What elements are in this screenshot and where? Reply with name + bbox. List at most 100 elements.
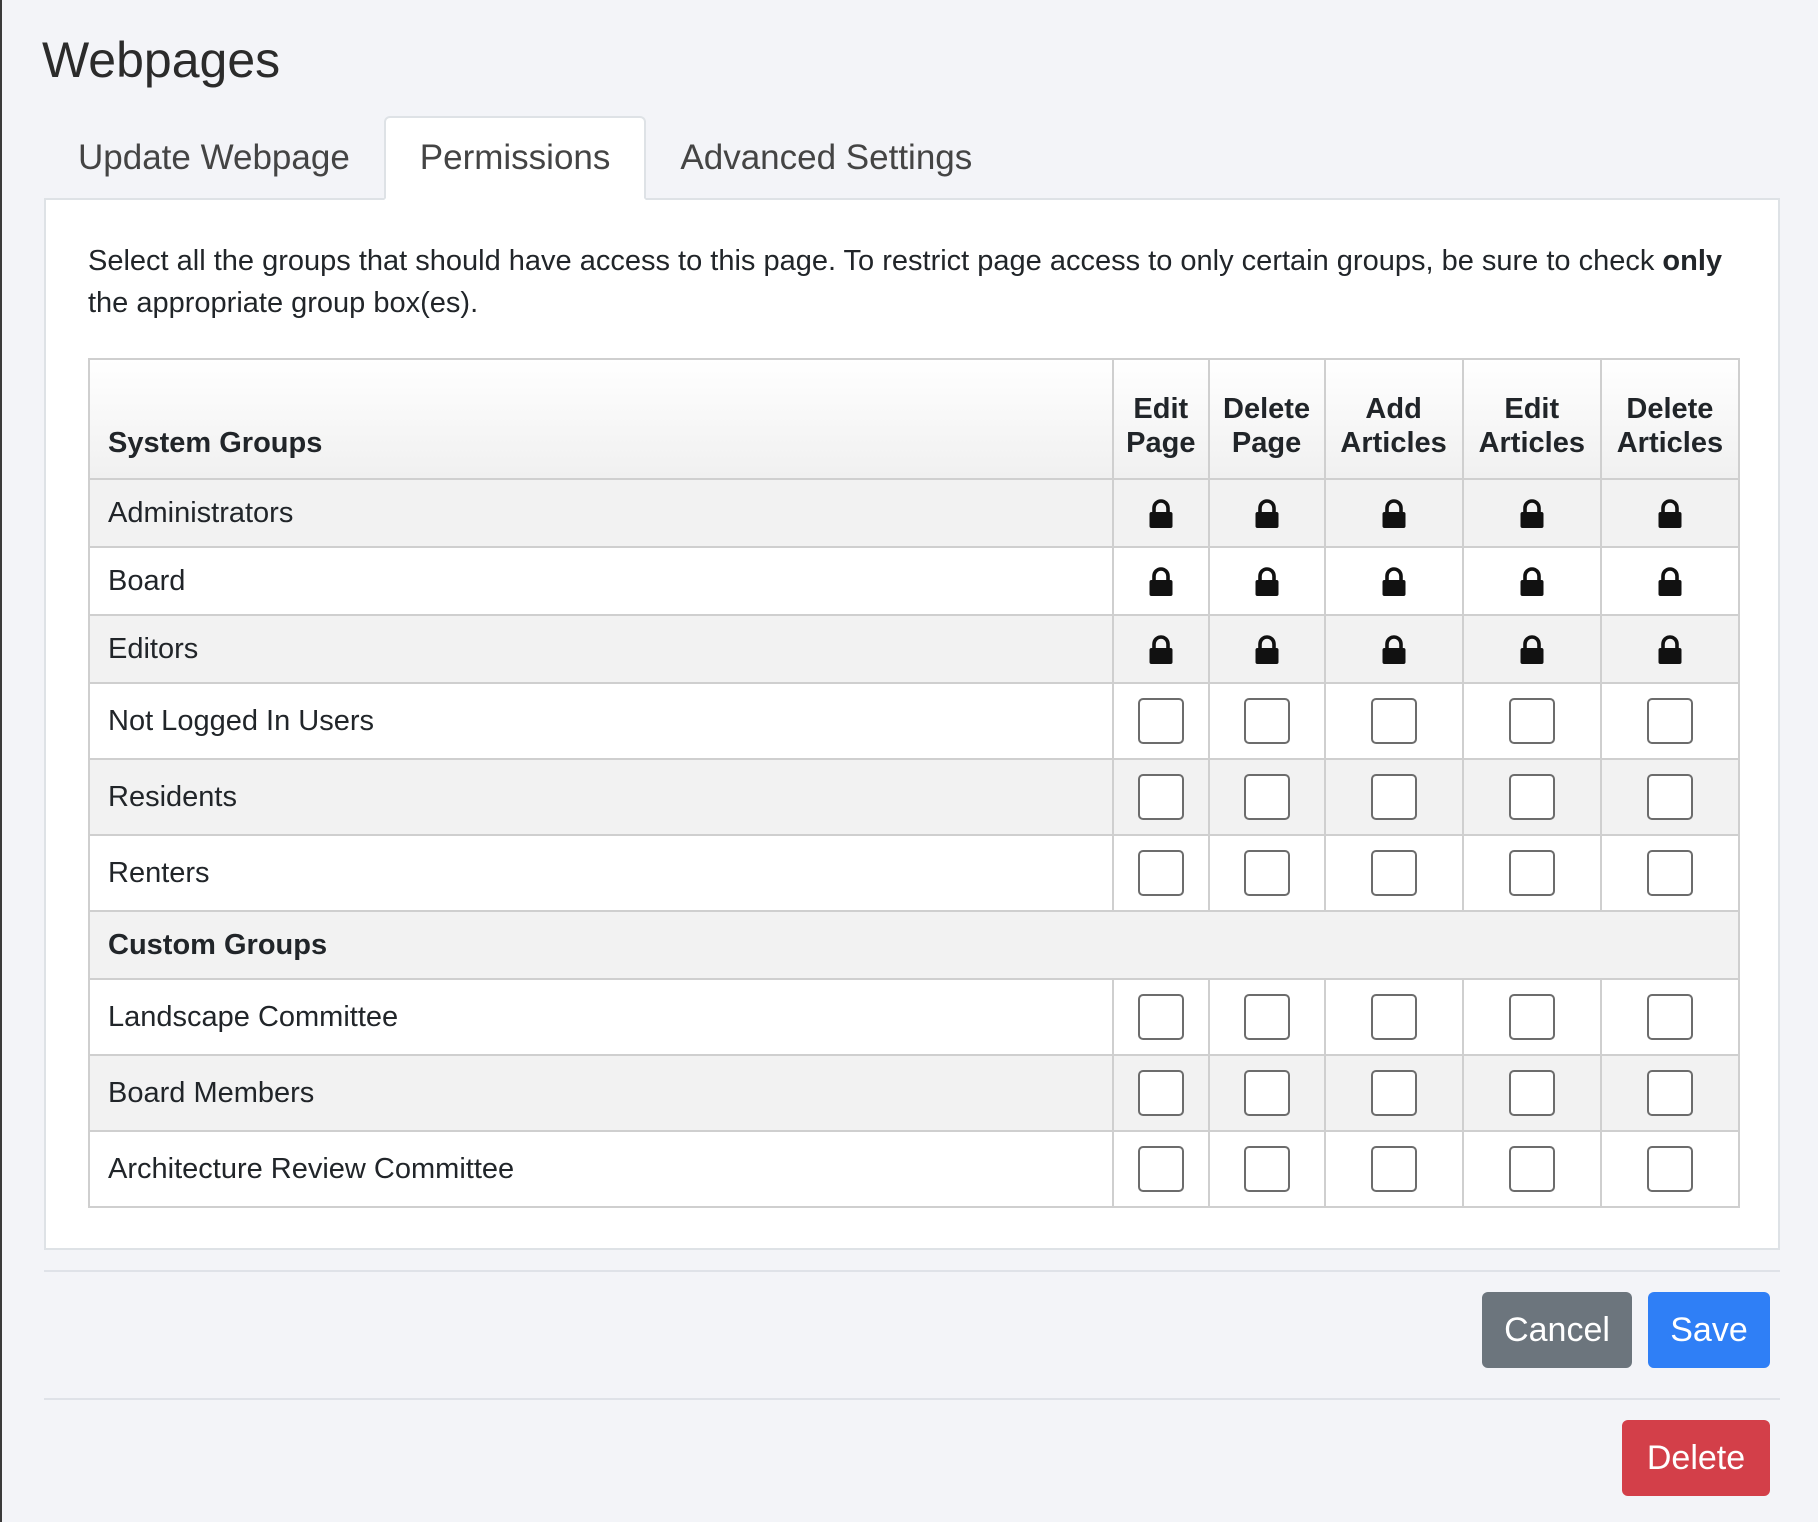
delete-button[interactable]: Delete (1622, 1420, 1770, 1496)
group-name: Renters (88, 834, 1114, 912)
permission-checkbox[interactable] (1137, 774, 1184, 820)
table-row: Landscape Committee (88, 978, 1741, 1056)
permission-cell (1599, 682, 1741, 760)
permission-cell (1112, 614, 1210, 684)
permission-cell (1323, 758, 1464, 836)
column-header-delete-page: Delete Page (1207, 358, 1326, 480)
tab-advanced-settings[interactable]: Advanced Settings (646, 116, 1006, 200)
column-header-line: Page (1126, 427, 1196, 459)
permission-checkbox[interactable] (1137, 994, 1184, 1040)
permission-cell (1599, 546, 1741, 616)
permission-checkbox[interactable] (1370, 850, 1417, 896)
permissions-table-body: Administrators Board Editors Not Logged In … (88, 478, 1741, 1208)
table-row: Architecture Review Committee (88, 1130, 1741, 1208)
permission-checkbox[interactable] (1508, 698, 1555, 744)
table-row: Board Members (88, 1054, 1741, 1132)
permission-checkbox[interactable] (1646, 1070, 1693, 1116)
permission-checkbox[interactable] (1508, 994, 1555, 1040)
tab-permissions[interactable]: Permissions (383, 116, 647, 200)
permission-cell (1599, 478, 1741, 548)
permission-checkbox[interactable] (1646, 850, 1693, 896)
permission-cell (1461, 478, 1602, 548)
permission-cell (1599, 1054, 1741, 1132)
table-row: Board (88, 546, 1741, 616)
permission-cell (1207, 546, 1326, 616)
group-name: Architecture Review Committee (88, 1130, 1114, 1208)
permission-checkbox[interactable] (1243, 850, 1290, 896)
section-header-custom-groups: Custom Groups (88, 910, 1740, 980)
column-header-edit-articles: Edit Articles (1461, 358, 1602, 480)
permission-cell (1461, 758, 1602, 836)
save-button[interactable]: Save (1648, 1292, 1770, 1368)
table-row: Renters (88, 834, 1741, 912)
instructions-text: Select all the groups that should have a… (88, 245, 1663, 277)
table-header-row: System Groups Edit Page Delete Page Add Art… (88, 358, 1741, 480)
table-row: Editors (88, 614, 1741, 684)
permissions-instructions: Select all the groups that should have a… (88, 240, 1748, 324)
permission-checkbox[interactable] (1508, 1070, 1555, 1116)
permission-checkbox[interactable] (1137, 698, 1184, 744)
permission-cell (1323, 478, 1464, 548)
column-header-line: Edit (1133, 393, 1189, 425)
cancel-button[interactable]: Cancel (1482, 1292, 1632, 1368)
permission-cell (1112, 478, 1210, 548)
permission-checkbox[interactable] (1508, 1146, 1555, 1192)
lock-icon (1254, 567, 1280, 597)
permission-checkbox[interactable] (1508, 774, 1555, 820)
permission-checkbox[interactable] (1243, 1070, 1290, 1116)
column-header-edit-page: Edit Page (1112, 358, 1210, 480)
permissions-table: System Groups Edit Page Delete Page Add Art… (88, 358, 1741, 1208)
permission-checkbox[interactable] (1137, 850, 1184, 896)
permission-cell (1599, 978, 1741, 1056)
permission-checkbox[interactable] (1370, 994, 1417, 1040)
permission-cell (1461, 546, 1602, 616)
permission-checkbox[interactable] (1646, 1146, 1693, 1192)
permission-checkbox[interactable] (1370, 698, 1417, 744)
permission-cell (1207, 478, 1326, 548)
permission-cell (1461, 1054, 1602, 1132)
lock-icon (1657, 499, 1683, 529)
permission-cell (1112, 978, 1210, 1056)
permission-checkbox[interactable] (1243, 1146, 1290, 1192)
column-header-system-groups: System Groups (88, 358, 1114, 480)
permission-checkbox[interactable] (1137, 1146, 1184, 1192)
permission-cell (1207, 834, 1326, 912)
permission-cell (1323, 1054, 1464, 1132)
permission-checkbox[interactable] (1370, 1070, 1417, 1116)
permission-checkbox[interactable] (1243, 698, 1290, 744)
permission-cell (1207, 1130, 1326, 1208)
permission-checkbox[interactable] (1370, 774, 1417, 820)
permission-cell (1207, 1054, 1326, 1132)
tab-bar: Update Webpage Permissions Advanced Sett… (44, 116, 1006, 200)
lock-icon (1381, 635, 1407, 665)
permission-checkbox[interactable] (1370, 1146, 1417, 1192)
divider (44, 1398, 1780, 1400)
permission-checkbox[interactable] (1646, 698, 1693, 744)
table-row: Administrators (88, 478, 1741, 548)
permission-cell (1323, 1130, 1464, 1208)
tab-update-webpage[interactable]: Update Webpage (44, 116, 384, 200)
permission-checkbox[interactable] (1243, 774, 1290, 820)
column-header-line: Delete (1223, 393, 1311, 425)
column-header-line: Delete (1626, 393, 1714, 425)
permission-checkbox[interactable] (1508, 850, 1555, 896)
group-name: Board (88, 546, 1114, 616)
column-header-delete-articles: Delete Articles (1599, 358, 1741, 480)
table-row: Residents (88, 758, 1741, 836)
group-name: Administrators (88, 478, 1114, 548)
section-header-row: Custom Groups (88, 910, 1740, 980)
permission-checkbox[interactable] (1646, 774, 1693, 820)
permission-checkbox[interactable] (1137, 1070, 1184, 1116)
permission-checkbox[interactable] (1646, 994, 1693, 1040)
column-header-line: Articles (1340, 427, 1447, 459)
lock-icon (1519, 635, 1545, 665)
group-name: Not Logged In Users (88, 682, 1114, 760)
lock-icon (1657, 567, 1683, 597)
permission-cell (1112, 834, 1210, 912)
group-name: Landscape Committee (88, 978, 1114, 1056)
permissions-panel: Select all the groups that should have a… (44, 198, 1780, 1250)
permission-cell (1599, 834, 1741, 912)
permission-checkbox[interactable] (1243, 994, 1290, 1040)
permission-cell (1461, 978, 1602, 1056)
lock-icon (1254, 635, 1280, 665)
